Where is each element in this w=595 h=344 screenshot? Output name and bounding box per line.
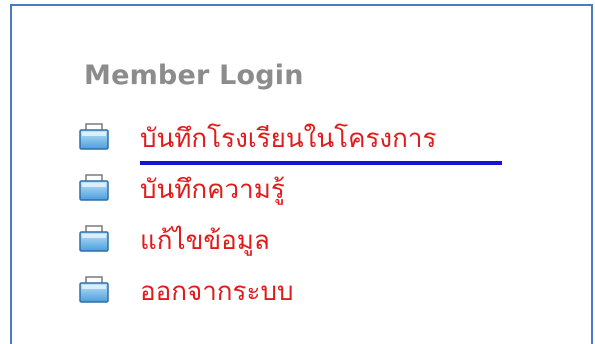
menu-item-edit-info[interactable]: แก้ไขข้อมูล	[78, 223, 436, 274]
menu-link-logout[interactable]: ออกจากระบบ	[140, 274, 294, 310]
folder-icon	[79, 225, 109, 252]
member-login-title: Member Login	[84, 60, 304, 91]
menu-link-save-school[interactable]: บันทึกโรงเรียนในโครงการ	[140, 121, 436, 157]
menu-item-logout[interactable]: ออกจากระบบ	[78, 274, 436, 325]
menu-item-save-knowledge[interactable]: บันทึกความรู้	[78, 172, 436, 223]
menu-link-save-knowledge[interactable]: บันทึกความรู้	[140, 172, 285, 208]
folder-icon	[79, 174, 109, 201]
member-menu: บันทึกโรงเรียนในโครงการ บันทึกความรู้ แก…	[78, 121, 502, 325]
folder-icon	[79, 276, 109, 303]
menu-link-edit-info[interactable]: แก้ไขข้อมูล	[140, 223, 270, 259]
active-underline	[140, 161, 502, 165]
folder-icon	[79, 123, 109, 150]
member-login-panel: Member Login บันทึกโรงเรียนในโครงการ บัน…	[10, 4, 593, 344]
menu-item-save-school[interactable]: บันทึกโรงเรียนในโครงการ	[78, 121, 502, 172]
